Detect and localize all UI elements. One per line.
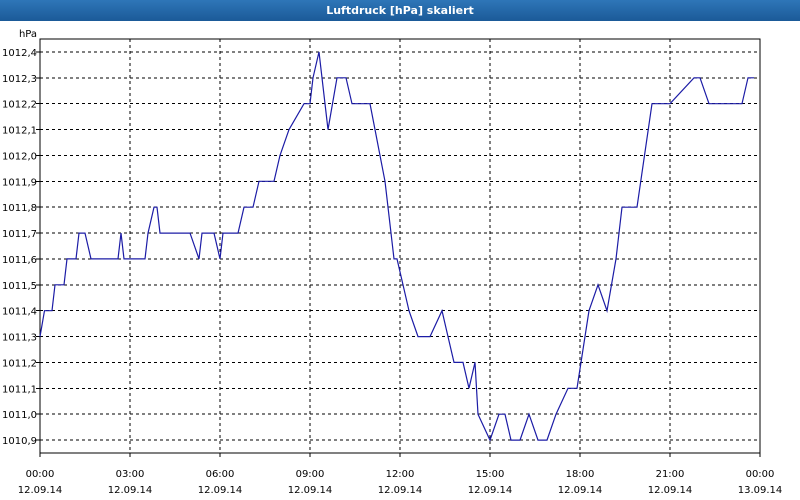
x-tick-time-label: 21:00 bbox=[656, 469, 685, 480]
x-tick-time-label: 00:00 bbox=[746, 469, 775, 480]
y-tick-label: 1012,2 bbox=[2, 100, 37, 111]
y-tick-label: 1011,3 bbox=[2, 333, 37, 344]
y-tick-label: 1011,8 bbox=[2, 203, 37, 214]
chart-title: Luftdruck [hPa] skaliert bbox=[0, 0, 800, 21]
y-tick-label: 1011,9 bbox=[2, 177, 37, 188]
x-tick-date-label: 12.09.14 bbox=[198, 485, 243, 496]
y-tick-label: 1011,5 bbox=[2, 281, 37, 292]
x-tick-date-label: 12.09.14 bbox=[108, 485, 153, 496]
x-tick-date-label: 12.09.14 bbox=[558, 485, 603, 496]
chart-window: Luftdruck [hPa] skaliert 1010,9 1011,0 101… bbox=[0, 0, 800, 500]
x-tick-date-label: 12.09.14 bbox=[468, 485, 513, 496]
x-tick-time-label: 00:00 bbox=[26, 469, 55, 480]
x-tick-time-label: 06:00 bbox=[206, 469, 235, 480]
y-tick-label: 1011,7 bbox=[2, 229, 37, 240]
x-tick-time-label: 18:00 bbox=[566, 469, 595, 480]
y-tick-label: 1012,3 bbox=[2, 74, 37, 85]
pressure-chart: 1010,9 1011,0 1011,1 1011,2 1011,3 1011,4 1011… bbox=[2, 29, 783, 496]
x-tick-time-label: 03:00 bbox=[116, 469, 145, 480]
x-tick-date-label: 12.09.14 bbox=[18, 485, 63, 496]
y-tick-label: 1011,1 bbox=[2, 384, 37, 395]
y-tick-label: 1011,6 bbox=[2, 255, 37, 266]
y-tick-label: 1012,1 bbox=[2, 126, 37, 137]
y-tick-label: 1012,0 bbox=[2, 151, 37, 162]
x-tick-time-label: 12:00 bbox=[386, 469, 415, 480]
x-tick-date-label: 12.09.14 bbox=[648, 485, 693, 496]
y-tick-label: 1010,9 bbox=[2, 436, 37, 447]
y-axis-unit-label: hPa bbox=[19, 29, 37, 40]
x-tick-time-label: 15:00 bbox=[476, 469, 505, 480]
x-tick-date-label: 12.09.14 bbox=[288, 485, 333, 496]
y-tick-label: 1011,2 bbox=[2, 358, 37, 369]
x-tick-time-label: 09:00 bbox=[296, 469, 325, 480]
x-tick-date-label: 12.09.14 bbox=[378, 485, 423, 496]
y-tick-label: 1011,4 bbox=[2, 307, 37, 318]
x-tick-date-label: 13.09.14 bbox=[738, 485, 783, 496]
y-tick-label: 1011,0 bbox=[2, 410, 37, 421]
y-tick-label: 1012,4 bbox=[2, 48, 37, 59]
